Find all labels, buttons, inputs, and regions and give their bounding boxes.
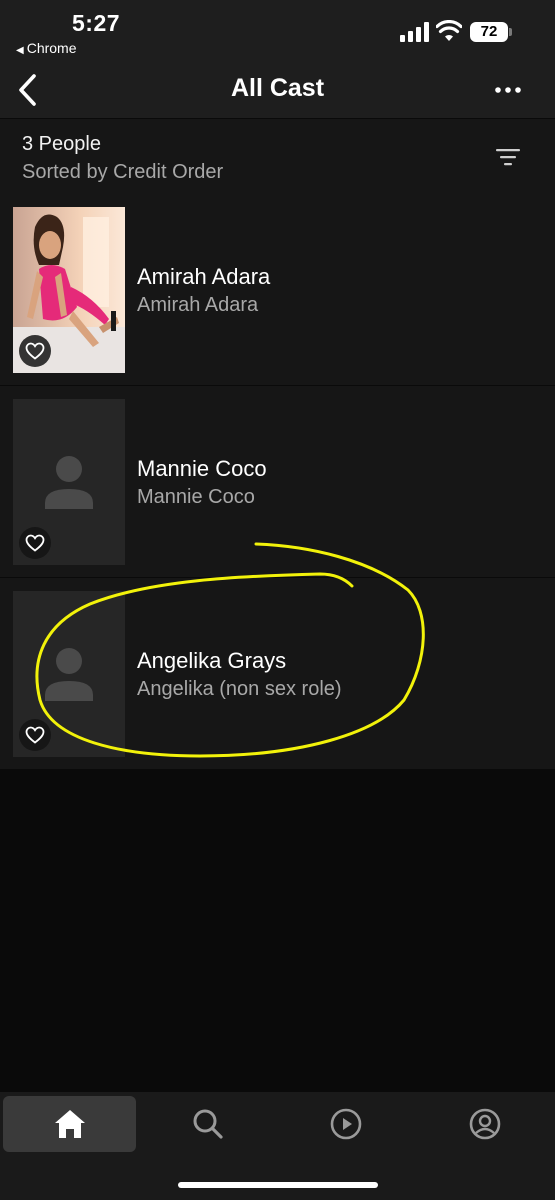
heart-icon: [25, 534, 45, 552]
home-indicator: [178, 1182, 378, 1188]
cast-role: Amirah Adara: [137, 294, 259, 316]
favorite-button[interactable]: [19, 719, 51, 751]
cast-name: Angelika Grays: [137, 648, 287, 673]
person-placeholder-icon: [45, 648, 93, 701]
sort-description: Sorted by Credit Order: [22, 161, 224, 183]
cellular-signal-icon: [400, 22, 429, 42]
home-icon: [54, 1110, 85, 1138]
cast-role: Mannie Coco: [137, 486, 255, 508]
back-app-label: Chrome: [26, 40, 77, 56]
cast-photo[interactable]: [13, 591, 125, 757]
favorite-button[interactable]: [19, 335, 51, 367]
play-icon: [330, 1108, 361, 1140]
cast-row[interactable]: Mannie Coco Mannie Coco: [0, 386, 555, 578]
more-options-icon[interactable]: [490, 76, 526, 104]
nav-bar: All Cast: [0, 62, 555, 118]
tab-play[interactable]: [279, 1096, 412, 1152]
tab-search[interactable]: [141, 1096, 274, 1152]
back-to-app-link[interactable]: ◀ Chrome: [16, 40, 77, 56]
cast-name: Mannie Coco: [137, 456, 267, 481]
battery-tip: [509, 28, 512, 36]
cast-summary: 3 People Sorted by Credit Order: [0, 118, 555, 194]
cast-photo[interactable]: [13, 399, 125, 565]
wifi-icon: [436, 20, 462, 41]
page-title: All Cast: [230, 74, 325, 102]
heart-icon: [25, 726, 45, 744]
cast-photo[interactable]: [13, 207, 125, 373]
cast-name: Amirah Adara: [137, 264, 271, 289]
status-bar: 5:27 ◀ Chrome 72: [0, 0, 555, 62]
cast-row[interactable]: Amirah Adara Amirah Adara: [0, 194, 555, 386]
search-icon: [193, 1109, 223, 1139]
cast-role: Angelika (non sex role): [137, 678, 342, 700]
tab-home[interactable]: [3, 1096, 136, 1152]
tab-profile[interactable]: [418, 1096, 551, 1152]
person-placeholder-icon: [45, 456, 93, 509]
cast-row[interactable]: Angelika Grays Angelika (non sex role): [0, 578, 555, 770]
sort-icon[interactable]: [494, 145, 522, 169]
battery-level: 72: [470, 22, 508, 42]
heart-icon: [25, 342, 45, 360]
cast-list: Amirah Adara Amirah Adara Mannie Coco Ma…: [0, 194, 555, 770]
favorite-button[interactable]: [19, 527, 51, 559]
status-time: 5:27: [72, 10, 121, 36]
back-triangle-icon: ◀: [16, 45, 24, 56]
people-count: 3 People: [22, 133, 101, 155]
profile-icon: [469, 1108, 500, 1140]
